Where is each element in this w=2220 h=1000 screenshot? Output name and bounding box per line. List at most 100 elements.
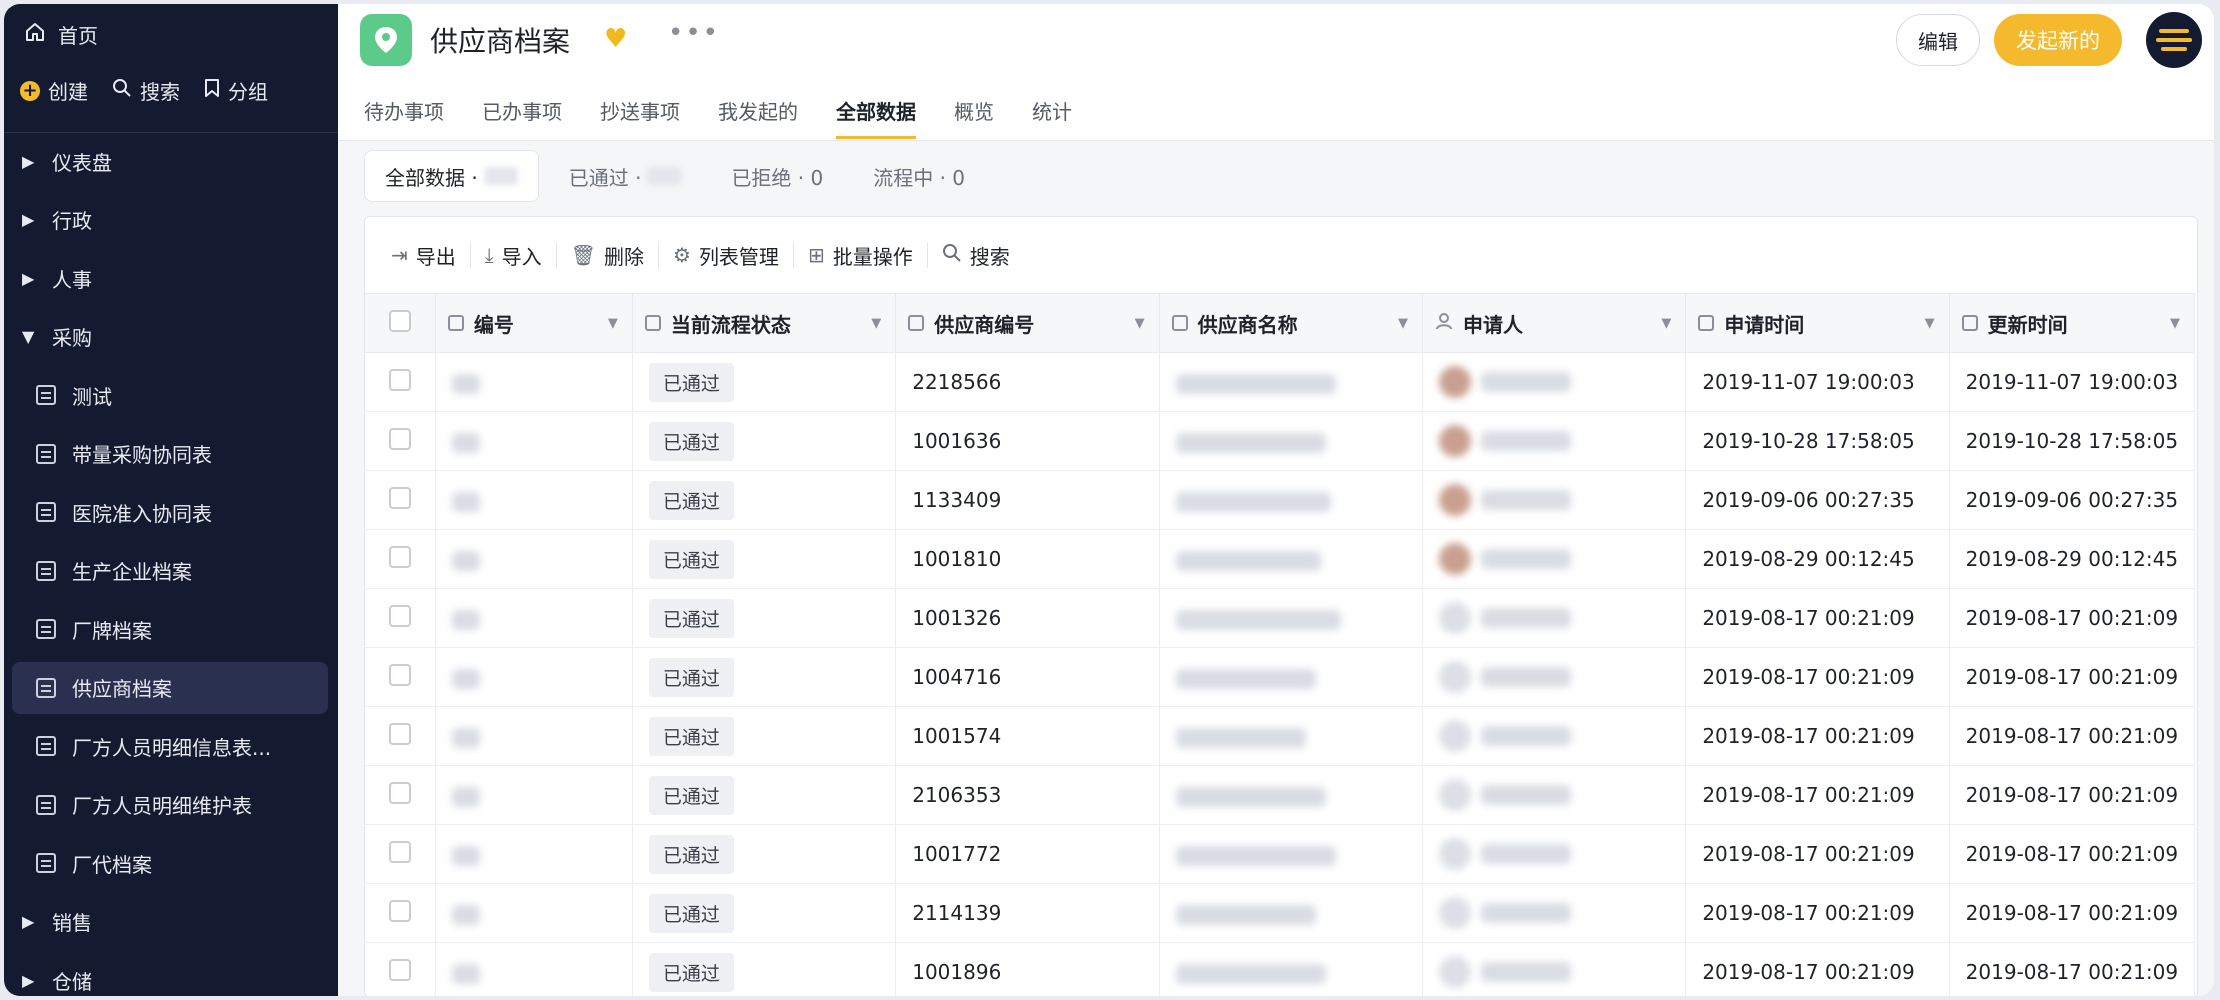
sidebar-item-volume-procurement[interactable]: 带量采购协同表 — [4, 425, 338, 484]
row-select-cell — [365, 706, 436, 766]
cell-update-time: 2019-08-17 00:21:09 — [1949, 883, 2196, 943]
table-row[interactable]: 已通过 1001772 2019-08-17 00:21:09 2019-08-17 … — [365, 824, 2196, 884]
sidebar-item-staff-detail-maintain[interactable]: 厂方人员明细维护表 — [4, 776, 338, 835]
column-header-apply-time[interactable]: 申请时间 ▼ — [1685, 293, 1950, 353]
avatar[interactable] — [2146, 12, 2202, 68]
column-header-applicant[interactable]: 申请人 ▼ — [1422, 293, 1687, 353]
row-checkbox[interactable] — [388, 427, 411, 450]
row-select-cell — [365, 411, 436, 471]
row-checkbox[interactable] — [388, 545, 411, 568]
column-header-supplier-name[interactable]: 供应商名称 ▼ — [1159, 293, 1423, 353]
table-row[interactable]: 已通过 2114139 2019-08-17 00:21:09 2019-08-17 … — [365, 883, 2196, 943]
column-header-update-time[interactable]: 更新时间 ▼ — [1949, 293, 2196, 353]
tab-done[interactable]: 已办事项 — [482, 96, 562, 139]
sidebar-item-staff-detail-info[interactable]: 厂方人员明细信息表... — [4, 717, 338, 776]
sidebar-group-dashboard[interactable]: ▶ 仪表盘 — [4, 132, 338, 191]
cell-supplier-no: 1133409 — [895, 470, 1160, 530]
filter-all[interactable]: 全部数据 · — [364, 150, 539, 202]
sidebar-actions: + 创建 搜索 分组 — [20, 76, 268, 105]
sort-dropdown-icon[interactable]: ▼ — [871, 316, 881, 331]
heart-icon[interactable]: ♥ — [604, 24, 627, 54]
batch-operation-button[interactable]: ⊞ 批量操作 — [794, 241, 927, 270]
tab-overview[interactable]: 概览 — [954, 96, 994, 139]
cell-update-time: 2019-08-17 00:21:09 — [1949, 824, 2196, 884]
cell-supplier-no: 1001896 — [895, 942, 1160, 996]
row-checkbox[interactable] — [388, 781, 411, 804]
sidebar-group-sales[interactable]: ▶ 销售 — [4, 893, 338, 952]
filter-in-process[interactable]: 流程中 · 0 — [853, 151, 985, 201]
row-checkbox[interactable] — [388, 840, 411, 863]
sidebar-group-admin[interactable]: ▶ 行政 — [4, 191, 338, 250]
row-checkbox[interactable] — [388, 958, 411, 981]
more-options-icon[interactable]: ••• — [668, 18, 720, 48]
sidebar-item-manufacturer-archive[interactable]: 生产企业档案 — [4, 542, 338, 601]
filter-rejected[interactable]: 已拒绝 · 0 — [711, 151, 843, 201]
blurred-applicant-name — [1480, 785, 1571, 805]
export-button[interactable]: ⇥ 导出 — [377, 241, 470, 270]
row-checkbox[interactable] — [388, 722, 411, 745]
select-all-checkbox[interactable] — [388, 309, 411, 332]
sort-dropdown-icon[interactable]: ▼ — [608, 316, 618, 331]
row-checkbox[interactable] — [388, 899, 411, 922]
table-search-button[interactable]: 搜索 — [928, 241, 1024, 270]
column-header-status[interactable]: 当前流程状态 ▼ — [632, 293, 897, 353]
edit-button[interactable]: 编辑 — [1896, 14, 1980, 66]
sort-dropdown-icon[interactable]: ▼ — [2170, 316, 2180, 331]
table-row[interactable]: 已通过 1133409 2019-09-06 00:27:35 2019-09-06 … — [365, 470, 2196, 530]
delete-button[interactable]: 🗑︎ 删除 — [557, 241, 658, 270]
row-checkbox[interactable] — [388, 486, 411, 509]
cell-supplier-name — [1159, 588, 1423, 648]
sidebar-home-label: 首页 — [58, 23, 98, 48]
row-checkbox[interactable] — [388, 368, 411, 391]
table-row[interactable]: 已通过 1001326 2019-08-17 00:21:09 2019-08-17 … — [365, 588, 2196, 648]
sidebar-home[interactable]: 首页 — [24, 14, 98, 54]
cell-id — [435, 765, 633, 825]
sidebar-group-procurement[interactable]: ▼ 采购 — [4, 308, 338, 367]
table-row[interactable]: 已通过 1001810 2019-08-29 00:12:45 2019-08-29 … — [365, 529, 2196, 589]
tab-todo[interactable]: 待办事项 — [364, 96, 444, 139]
blurred-id — [451, 491, 480, 512]
tab-all-data[interactable]: 全部数据 — [836, 96, 916, 139]
group-button[interactable]: 分组 — [204, 76, 268, 105]
column-header-label: 供应商编号 — [934, 312, 1035, 337]
column-header-id[interactable]: 编号 ▼ — [435, 293, 633, 353]
sort-dropdown-icon[interactable]: ▼ — [1925, 316, 1935, 331]
sidebar-item-supplier-archive[interactable]: 供应商档案 — [4, 659, 338, 718]
import-button[interactable]: ⤓ 导入 — [471, 241, 556, 270]
sidebar-group-warehouse[interactable]: ▶ 仓储 — [4, 951, 338, 996]
create-button[interactable]: + 创建 — [20, 76, 88, 105]
new-request-button[interactable]: 发起新的 — [1994, 14, 2122, 66]
sidebar-item-hospital-access[interactable]: 医院准入协同表 — [4, 483, 338, 542]
tab-statistics[interactable]: 统计 — [1032, 96, 1072, 139]
sidebar-item-test[interactable]: 测试 — [4, 366, 338, 425]
column-manage-button[interactable]: ⚙ 列表管理 — [659, 241, 793, 270]
sort-dropdown-icon[interactable]: ▼ — [1661, 316, 1671, 331]
form-icon — [36, 560, 56, 581]
row-checkbox[interactable] — [388, 663, 411, 686]
sidebar-group-hr[interactable]: ▶ 人事 — [4, 249, 338, 308]
plus-circle-icon: + — [20, 80, 40, 101]
column-header-supplier-no[interactable]: 供应商编号 ▼ — [895, 293, 1160, 353]
tab-cc[interactable]: 抄送事项 — [600, 96, 680, 139]
cell-applicant — [1422, 824, 1687, 884]
row-select-cell — [365, 529, 436, 589]
sidebar-item-brand-archive[interactable]: 厂牌档案 — [4, 600, 338, 659]
sidebar-group-label: 行政 — [52, 209, 92, 234]
search-button[interactable]: 搜索 — [112, 76, 180, 105]
row-select-cell — [365, 765, 436, 825]
table-row[interactable]: 已通过 2106353 2019-08-17 00:21:09 2019-08-17 … — [365, 765, 2196, 825]
row-select-cell — [365, 824, 436, 884]
sort-dropdown-icon[interactable]: ▼ — [1135, 316, 1145, 331]
table-row[interactable]: 已通过 1004716 2019-08-17 00:21:09 2019-08-17 … — [365, 647, 2196, 707]
table-row[interactable]: 已通过 1001574 2019-08-17 00:21:09 2019-08-17 … — [365, 706, 2196, 766]
table-row[interactable]: 已通过 2218566 2019-11-07 19:00:03 2019-11-07 … — [365, 352, 2196, 412]
sort-dropdown-icon[interactable]: ▼ — [1398, 316, 1408, 331]
gear-icon: ⚙ — [673, 243, 691, 267]
main-area: 供应商档案 ♥ ••• 编辑 发起新的 待办事项 已办事项 抄送事项 我发起的 … — [338, 4, 2214, 996]
row-checkbox[interactable] — [388, 604, 411, 627]
table-row[interactable]: 已通过 1001896 2019-08-17 00:21:09 2019-08-17 … — [365, 942, 2196, 996]
sidebar-item-agent-archive[interactable]: 厂代档案 — [4, 834, 338, 893]
tab-mine[interactable]: 我发起的 — [718, 96, 798, 139]
filter-approved[interactable]: 已通过 · — [549, 151, 702, 201]
table-row[interactable]: 已通过 1001636 2019-10-28 17:58:05 2019-10-28 … — [365, 411, 2196, 471]
